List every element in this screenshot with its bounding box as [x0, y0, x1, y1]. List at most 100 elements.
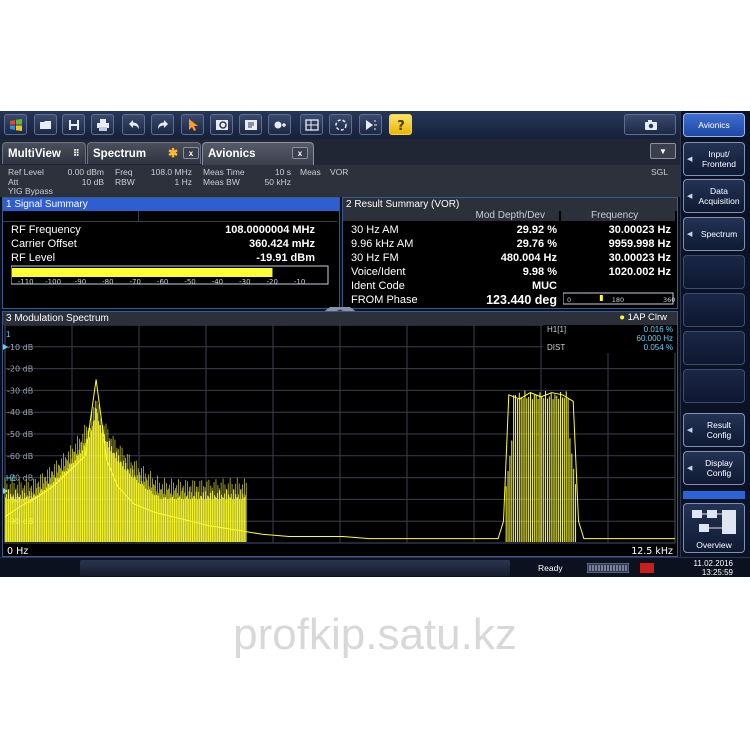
print-button[interactable] — [91, 114, 114, 135]
mod-depth-header: Mod Depth/Dev — [343, 210, 559, 221]
modulation-spectrum-title: 3 Modulation Spectrum — [3, 312, 677, 325]
screenshot-button[interactable] — [624, 114, 676, 135]
save-icon — [69, 120, 79, 130]
svg-text:?: ? — [397, 119, 405, 133]
sequencer-star-icon: ✱ — [168, 146, 179, 160]
spectrum-softkey-label: Spectrum — [700, 229, 738, 239]
y-tick-label: -20 dB — [7, 365, 33, 374]
level-scale-label: -100 — [45, 278, 61, 286]
empty-softkey[interactable] — [683, 293, 745, 327]
table-header-cell — [139, 211, 337, 222]
channel-info-bar: Ref Level 0.00 dBm Att 10 dB YIG Bypass … — [0, 165, 680, 197]
empty-softkey[interactable] — [683, 331, 745, 365]
x-axis-start-label: 0 Hz — [7, 546, 28, 556]
display-config-softkey[interactable]: ◀ Display Config — [683, 451, 745, 485]
tab-spectrum-close-button[interactable]: x — [183, 147, 199, 159]
signal-summary-window[interactable]: 1 Signal Summary RF Frequency 108.000000… — [2, 197, 340, 309]
screenshot-camera-icon — [645, 120, 657, 130]
spectrum-softkey[interactable]: ◀ Spectrum — [683, 217, 745, 251]
redo-button[interactable] — [151, 114, 174, 135]
arrow-left-icon: ◀ — [687, 156, 693, 163]
trace-indicator: ● 1AP Clrw — [619, 312, 667, 323]
yig-bypass-label: YIG Bypass — [8, 186, 53, 196]
result-row-mod: 29.92 % — [516, 224, 557, 236]
level-scale-label: -70 — [130, 278, 141, 286]
marker-dist-name: DIST — [547, 343, 566, 352]
data-acquisition-softkey[interactable]: ◀ Data Acquisition — [683, 179, 745, 213]
trace-label: 1AP Clrw — [627, 312, 667, 323]
overview-table-button[interactable] — [300, 114, 323, 135]
modulation-spectrum-window[interactable]: 3 Modulation Spectrum ● 1AP Clrw -10 dB -… — [2, 311, 678, 557]
tab-multiview[interactable]: MultiView ⠿ — [2, 142, 86, 164]
result-config-softkey[interactable]: ◀ Result Config — [683, 413, 745, 447]
meas-value: VOR — [330, 167, 349, 177]
meas-bw-label: Meas BW — [203, 177, 240, 187]
copy-traces-button[interactable] — [329, 114, 352, 135]
overview-diagram-icon — [692, 510, 736, 534]
open-button[interactable] — [34, 114, 57, 135]
zoom-button[interactable] — [239, 114, 262, 135]
result-row-mod: 9.98 % — [522, 266, 557, 278]
x-axis-end-label: 12.5 kHz — [631, 546, 673, 556]
level-scale-label: -30 — [239, 278, 250, 286]
avionics-softkey[interactable]: Avionics — [683, 113, 745, 137]
trace-dot-icon: ● — [619, 312, 625, 323]
marker-zoom-button[interactable] — [210, 114, 233, 135]
y-tick-label: -60 dB — [7, 452, 33, 461]
y-tick-label: -30 dB — [7, 386, 33, 395]
empty-softkey[interactable] — [683, 255, 745, 289]
tab-multiview-label: MultiView — [8, 148, 61, 160]
windows-logo-button[interactable] — [4, 114, 27, 135]
result-row-mod: 480.004 Hz — [500, 252, 557, 264]
progress-meter-icon — [587, 563, 629, 573]
y-tick-label: -10 dB — [7, 343, 33, 352]
result-row-mod: 29.76 % — [516, 238, 557, 250]
multi-marker-button[interactable] — [268, 114, 291, 135]
select-button[interactable] — [181, 114, 204, 135]
result-row-label: 30 Hz FM — [351, 252, 399, 264]
marker-zoom-icon — [216, 120, 228, 130]
softkey-separator — [683, 491, 745, 499]
result-row-label: 9.96 kHz AM — [351, 238, 414, 250]
result-summary-window[interactable]: 2 Result Summary (VOR) Mod Depth/Dev Fre… — [342, 197, 678, 309]
modulation-spectrum-plot[interactable]: -10 dB-20 dB-30 dB-40 dB-50 dB-60 dB-70 … — [3, 325, 677, 556]
data-acquisition-label: Data Acquisition — [698, 186, 740, 206]
rf-level-bar-fill — [12, 268, 273, 277]
result-row-label: Ident Code — [351, 280, 405, 292]
rbw-label: RBW — [115, 177, 135, 187]
phase-scale-label: 180 — [612, 296, 624, 304]
grid-icon: ⠿ — [73, 148, 80, 158]
overview-softkey[interactable]: Overview — [683, 503, 745, 553]
rf-frequency-value: 108.0000004 MHz — [225, 224, 315, 236]
result-row-frequency: 30.00023 Hz — [608, 252, 671, 264]
meas-bw-value: 50 kHz — [264, 177, 291, 187]
marker-h1-name: H1[1] — [547, 325, 567, 334]
tab-avionics-label: Avionics — [208, 148, 256, 160]
sequencer-button[interactable] — [359, 114, 382, 135]
select-cursor-icon — [189, 119, 198, 131]
phase-scale-label: 360 — [663, 296, 675, 304]
undo-icon — [129, 120, 139, 129]
undo-button[interactable] — [122, 114, 145, 135]
tab-list-dropdown[interactable]: ▼ — [650, 143, 676, 159]
zoom-in-icon — [245, 120, 257, 130]
y-tick-label: -40 dB — [7, 408, 33, 417]
tab-avionics-close-button[interactable]: x — [292, 147, 308, 159]
empty-softkey[interactable] — [683, 369, 745, 403]
ref-level-label: Ref Level — [8, 167, 44, 177]
input-frontend-softkey[interactable]: ◀ Input/ Frontend — [683, 142, 745, 176]
status-ready: Ready — [538, 563, 563, 573]
status-message-area — [80, 560, 510, 576]
meas-time-label: Meas Time — [203, 167, 245, 177]
sgl-indicator: SGL — [651, 167, 669, 177]
tab-spectrum[interactable]: Spectrum ✱ x — [87, 142, 201, 164]
level-scale-label: -10 — [294, 278, 305, 286]
tab-avionics[interactable]: Avionics x — [202, 142, 314, 165]
save-button[interactable] — [62, 114, 85, 135]
ref-level-value: 0.00 dBm — [67, 167, 104, 177]
arrow-left-icon: ◀ — [687, 427, 693, 434]
status-time: 13:25:59 — [701, 568, 733, 577]
overload-flag-icon — [640, 563, 654, 573]
result-row-mod: MUC — [531, 280, 557, 292]
help-button[interactable]: ? — [389, 114, 412, 135]
